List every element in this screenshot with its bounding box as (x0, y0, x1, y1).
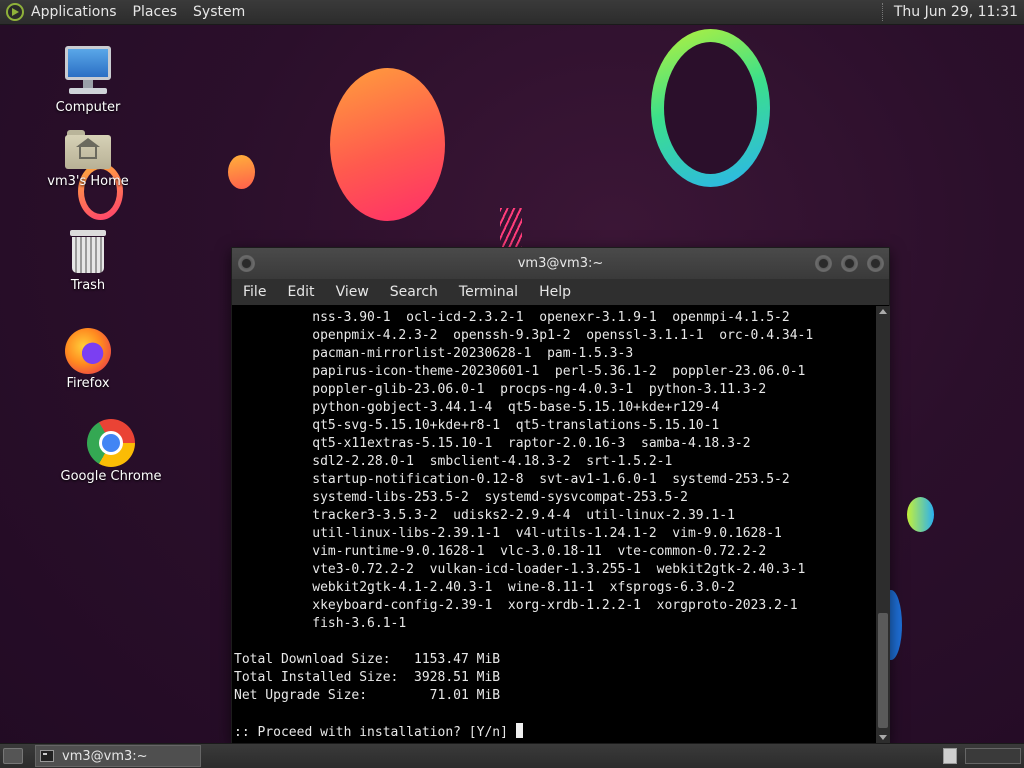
terminal-output[interactable]: nss-3.90-1 ocl-icd-2.3.2-1 openexr-3.1.9… (232, 306, 876, 743)
wallpaper-small-ellipse (228, 155, 255, 189)
wallpaper-spike (500, 208, 522, 248)
terminal-line: Net Upgrade Size: 71.01 MiB (234, 688, 501, 703)
text-cursor (515, 723, 523, 738)
terminal-line: fish-3.6.1-1 (234, 616, 407, 631)
minimize-button[interactable] (815, 255, 832, 272)
computer-icon (63, 46, 113, 98)
terminal-line: qt5-x11extras-5.15.10-1 raptor-2.0.16-3 … (234, 436, 751, 451)
desktop-icon-trash[interactable]: Trash (28, 230, 148, 293)
terminal-line: startup-notification-0.12-8 svt-av1-1.6.… (234, 472, 790, 487)
terminal-prompt-line[interactable]: :: Proceed with installation? [Y/n] (234, 723, 876, 741)
wallpaper-green-ring (651, 29, 770, 187)
window-titlebar[interactable]: vm3@vm3:~ (232, 248, 889, 279)
taskbar-item-terminal[interactable]: vm3@vm3:~ (35, 745, 201, 767)
terminal-line: papirus-icon-theme-20230601-1 perl-5.36.… (234, 364, 806, 379)
menu-system[interactable]: System (193, 4, 245, 20)
terminal-line: tracker3-3.5.3-2 udisks2-2.9.4-4 util-li… (234, 508, 735, 523)
menu-applications[interactable]: Applications (31, 4, 117, 20)
scroll-up-arrow-icon[interactable] (879, 309, 887, 314)
taskbar-item-label: vm3@vm3:~ (62, 748, 148, 764)
menu-places[interactable]: Places (133, 4, 178, 20)
terminal-line: webkit2gtk-4.1-2.40.3-1 wine-8.11-1 xfsp… (234, 580, 735, 595)
maximize-button[interactable] (841, 255, 858, 272)
desktop-icon-chrome[interactable]: Google Chrome (51, 419, 171, 484)
workspace-switcher[interactable] (965, 748, 1021, 764)
workspace-indicator[interactable] (943, 748, 957, 764)
terminal-prompt: :: Proceed with installation? [Y/n] (234, 725, 516, 740)
menu-view[interactable]: View (336, 284, 369, 300)
menu-terminal[interactable]: Terminal (459, 284, 518, 300)
clock[interactable]: Thu Jun 29, 11:31 (894, 4, 1018, 20)
terminal-line: Total Download Size: 1153.47 MiB (234, 652, 501, 667)
terminal-line: vte3-0.72.2-2 vulkan-icd-loader-1.3.255-… (234, 562, 806, 577)
desktop-icon-home[interactable]: vm3's Home (28, 130, 148, 189)
desktop-icon-firefox[interactable]: Firefox (28, 328, 148, 391)
top-panel: Applications Places System Thu Jun 29, 1… (0, 0, 1024, 25)
desktop-icon-computer[interactable]: Computer (28, 46, 148, 115)
terminal-line: pacman-mirrorlist-20230628-1 pam-1.5.3-3 (234, 346, 634, 361)
terminal-scrollbar[interactable] (876, 306, 890, 743)
close-button[interactable] (867, 255, 884, 272)
terminal-line: python-gobject-3.44.1-4 qt5-base-5.15.10… (234, 400, 720, 415)
trash-icon (68, 230, 108, 276)
terminal-menubar: File Edit View Search Terminal Help (232, 279, 889, 305)
scrollbar-thumb[interactable] (878, 613, 888, 728)
menu-edit[interactable]: Edit (287, 284, 314, 300)
chrome-icon (87, 419, 135, 467)
home-folder-icon (65, 130, 111, 172)
wallpaper-orange-ellipse (330, 68, 445, 221)
wallpaper-right-ellipse (907, 497, 934, 532)
distro-logo-icon[interactable] (6, 3, 24, 21)
desktop-icon-label: Google Chrome (60, 469, 162, 484)
window-title: vm3@vm3:~ (517, 256, 604, 271)
terminal-line: openpmix-4.2.3-2 openssh-9.3p1-2 openssl… (234, 328, 814, 343)
panel-separator (881, 3, 888, 21)
menu-file[interactable]: File (243, 284, 266, 300)
bottom-panel: vm3@vm3:~ (0, 743, 1024, 768)
window-menu-button[interactable] (238, 255, 255, 272)
firefox-icon (65, 328, 111, 374)
terminal-window[interactable]: vm3@vm3:~ File Edit View Search Terminal… (231, 247, 890, 743)
show-desktop-icon[interactable] (3, 748, 23, 764)
menu-search[interactable]: Search (390, 284, 438, 300)
scroll-down-arrow-icon[interactable] (879, 735, 887, 740)
terminal-line: xkeyboard-config-2.39-1 xorg-xrdb-1.2.2-… (234, 598, 798, 613)
terminal-line: systemd-libs-253.5-2 systemd-sysvcompat-… (234, 490, 688, 505)
desktop-icon-label: vm3's Home (47, 174, 129, 189)
terminal-icon (40, 750, 54, 762)
terminal-line: vim-runtime-9.0.1628-1 vlc-3.0.18-11 vte… (234, 544, 767, 559)
desktop-icon-label: Computer (55, 100, 121, 115)
desktop-icon-label: Firefox (66, 376, 110, 391)
menu-help[interactable]: Help (539, 284, 571, 300)
terminal-line: qt5-svg-5.15.10+kde+r8-1 qt5-translation… (234, 418, 720, 433)
desktop-icon-label: Trash (70, 278, 106, 293)
terminal-line: nss-3.90-1 ocl-icd-2.3.2-1 openexr-3.1.9… (234, 310, 790, 325)
terminal-line: sdl2-2.28.0-1 smbclient-4.18.3-2 srt-1.5… (234, 454, 673, 469)
terminal-line: poppler-glib-23.06.0-1 procps-ng-4.0.3-1… (234, 382, 767, 397)
terminal-line: Total Installed Size: 3928.51 MiB (234, 670, 501, 685)
terminal-line: util-linux-libs-2.39.1-1 v4l-utils-1.24.… (234, 526, 782, 541)
